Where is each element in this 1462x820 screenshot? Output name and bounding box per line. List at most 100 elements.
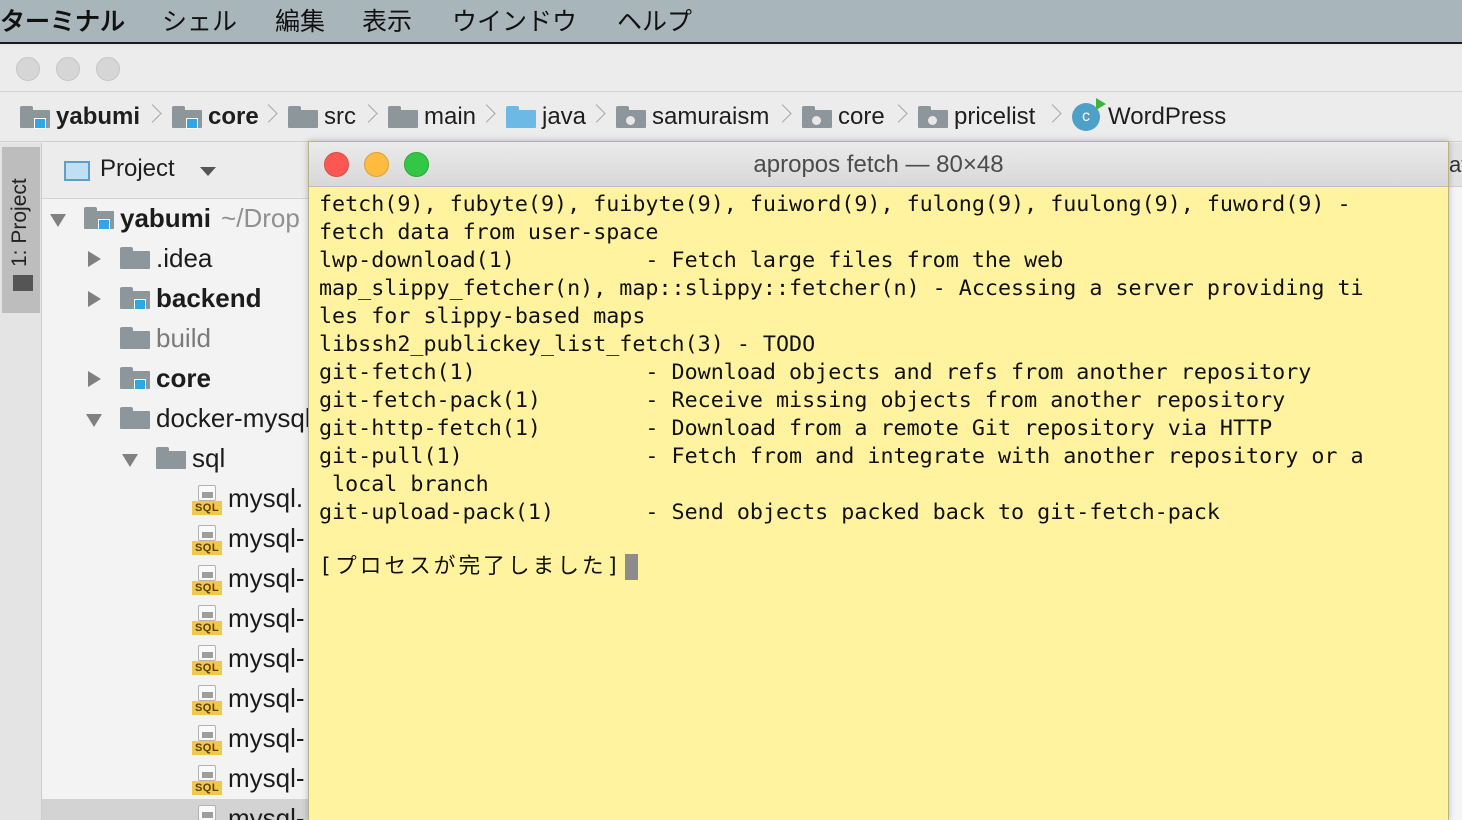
chevron-right-icon[interactable] (88, 291, 101, 307)
tree-item-backend[interactable]: backend (42, 279, 322, 319)
menu-window[interactable]: ウインドウ (452, 4, 577, 40)
folder-icon (120, 407, 150, 429)
breadcrumb-label: yabumi (56, 103, 141, 130)
terminal-line: lwp-download(1) - Fetch large files from… (319, 248, 1064, 273)
terminal-minimize-button[interactable] (364, 152, 389, 177)
editor-tab-label: av (1449, 152, 1462, 177)
tree-item-sql-file[interactable]: SQL mysql- (42, 599, 322, 639)
sql-badge: SQL (192, 501, 222, 515)
tool-tab-project-label: 1: Project (8, 178, 31, 267)
breadcrumb-label: main (424, 103, 477, 130)
module-folder-icon (120, 367, 150, 390)
tree-item-sql-file[interactable]: SQL mysql- (42, 759, 322, 799)
tree-item-core[interactable]: core (42, 359, 322, 399)
terminal-line: map_slippy_fetcher(n), map::slippy::fetc… (319, 276, 1364, 301)
ide-titlebar (0, 46, 1462, 92)
tree-item-label: yabumi ~/Drop (120, 203, 300, 234)
breadcrumb-item-yabumi[interactable]: yabumi (20, 92, 140, 142)
tree-item-label: .idea (156, 243, 213, 273)
breadcrumb-item-main[interactable]: main (388, 92, 476, 142)
tree-item-label: mysql- (228, 763, 305, 793)
tree-item-label: core (156, 363, 211, 393)
breadcrumb-label: samuraism (652, 103, 770, 130)
sql-badge: SQL (192, 741, 222, 755)
chevron-down-icon[interactable] (50, 214, 66, 227)
project-view-title[interactable]: Project (100, 155, 175, 183)
module-folder-icon (172, 106, 202, 129)
chevron-right-icon[interactable] (88, 371, 101, 387)
tool-tab-project[interactable]: 1: Project (2, 147, 40, 313)
tree-item-sql-file[interactable]: SQL mysql- (42, 559, 322, 599)
menu-terminal[interactable]: ターミナル (0, 4, 125, 40)
tool-window-strip: 1: Project (0, 143, 42, 820)
breadcrumb-label: core (838, 103, 885, 130)
sql-badge: SQL (192, 621, 222, 635)
breadcrumb-item-samuraism[interactable]: samuraism (616, 92, 769, 142)
tree-item-sql-file[interactable]: SQL mysql- (42, 519, 322, 559)
sql-badge: SQL (192, 781, 222, 795)
chevron-down-icon[interactable] (86, 414, 102, 427)
tree-item-label: sql (192, 443, 226, 473)
tree-item-label: backend (156, 283, 262, 313)
chevron-right-icon (362, 102, 376, 132)
tree-item-label: mysql- (228, 643, 305, 673)
breadcrumb-item-src[interactable]: src (288, 92, 356, 142)
chevron-right-icon (146, 102, 160, 132)
breadcrumb: yabumi core src main java samuraism core… (0, 92, 1462, 142)
tree-item-label: mysql- (228, 563, 305, 593)
folder-icon (388, 106, 418, 128)
breadcrumb-item-core[interactable]: core (172, 92, 259, 142)
terminal-zoom-button[interactable] (404, 152, 429, 177)
breadcrumb-item-wordpress[interactable]: c WordPress (1072, 92, 1226, 142)
terminal-close-button[interactable] (324, 152, 349, 177)
sql-file-icon: SQL (192, 485, 222, 515)
chevron-right-icon (892, 102, 906, 132)
tree-item-label: mysql- (228, 723, 305, 753)
tree-item-yabumi[interactable]: yabumi ~/Drop (42, 199, 322, 239)
tree-item-sql-file-selected[interactable]: SQL mysql- (42, 799, 322, 820)
ide-zoom-button[interactable] (96, 57, 120, 81)
tree-item-docker-mysql[interactable]: docker-mysql (42, 399, 322, 439)
tree-item-sql[interactable]: sql (42, 439, 322, 479)
package-icon (802, 106, 832, 128)
package-icon (616, 106, 646, 128)
class-icon-letter: c (1082, 108, 1090, 125)
breadcrumb-label: pricelist (954, 103, 1036, 130)
tree-item-sql-file[interactable]: SQL mysql- (42, 639, 322, 679)
chevron-right-icon[interactable] (88, 251, 101, 267)
tree-item-path: ~/Drop (221, 203, 300, 233)
tree-item-idea[interactable]: .idea (42, 239, 322, 279)
breadcrumb-item-java[interactable]: java (506, 92, 586, 142)
chevron-down-icon[interactable] (122, 454, 138, 467)
breadcrumb-label: WordPress (1108, 103, 1227, 130)
menu-edit[interactable]: 編集 (275, 4, 325, 40)
tree-item-sql-file[interactable]: SQL mysql- (42, 679, 322, 719)
project-panel-header: Project (42, 143, 322, 199)
folder-icon (120, 247, 150, 269)
terminal-line: fetch(9), fubyte(9), fuibyte(9), fuiword… (319, 192, 1351, 217)
chevron-right-icon (480, 102, 494, 132)
project-view-icon (64, 161, 90, 181)
sql-file-icon: SQL (192, 525, 222, 555)
menu-view[interactable]: 表示 (362, 4, 412, 40)
breadcrumb-item-pricelist[interactable]: pricelist (918, 92, 1035, 142)
runnable-class-icon: c (1072, 98, 1106, 131)
breadcrumb-label: src (324, 103, 356, 130)
tree-item-label: mysql- (228, 683, 305, 713)
terminal-line: fetch data from user-space (319, 220, 659, 245)
tree-item-sql-file[interactable]: SQL mysql. (42, 479, 322, 519)
chevron-down-icon[interactable] (200, 167, 216, 176)
sql-file-icon: SQL (192, 765, 222, 795)
package-icon (918, 106, 948, 128)
menu-shell[interactable]: シェル (162, 4, 237, 40)
module-folder-icon (120, 287, 150, 310)
editor-tab[interactable]: av (1449, 143, 1462, 187)
breadcrumb-item-core-package[interactable]: core (802, 92, 885, 142)
tree-item-sql-file[interactable]: SQL mysql- (42, 719, 322, 759)
terminal-output[interactable]: fetch(9), fubyte(9), fuibyte(9), fuiword… (319, 191, 1444, 811)
ide-minimize-button[interactable] (56, 57, 80, 81)
sql-file-icon: SQL (192, 605, 222, 635)
menu-help[interactable]: ヘルプ (617, 4, 692, 40)
tree-item-build[interactable]: build (42, 319, 322, 359)
ide-close-button[interactable] (16, 57, 40, 81)
